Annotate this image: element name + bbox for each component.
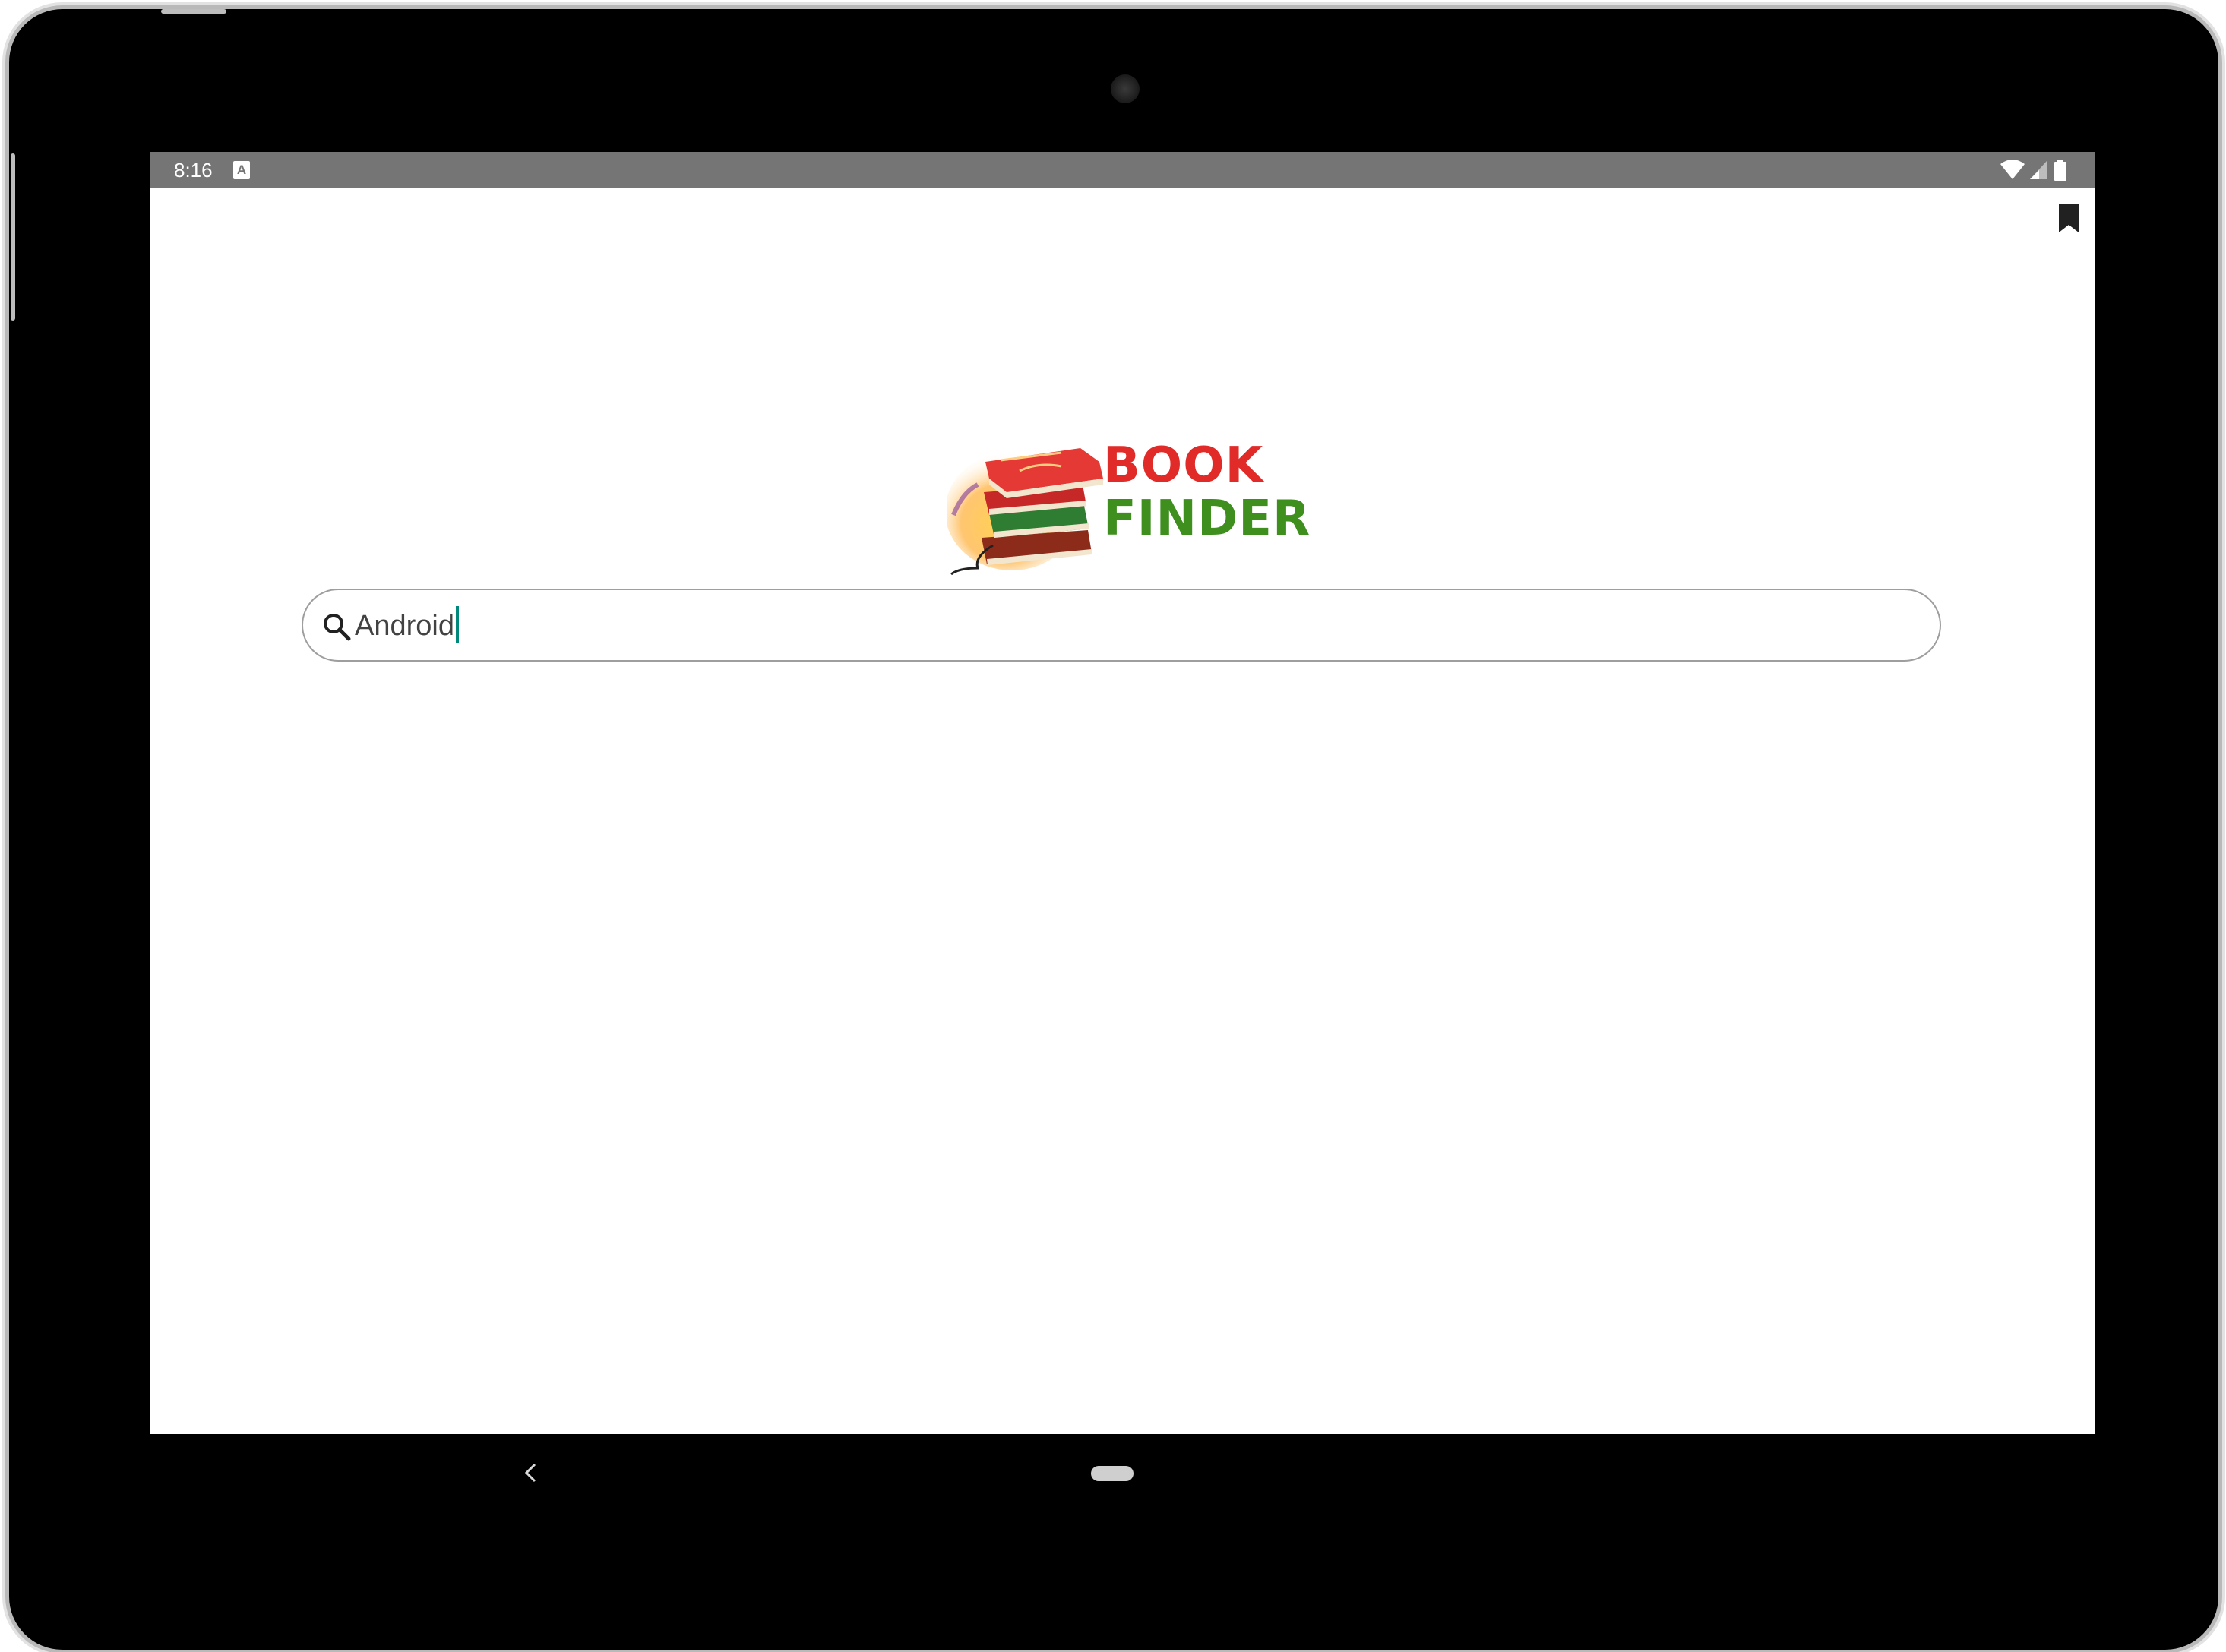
front-camera	[1111, 74, 1140, 103]
tablet-frame: 8:16 A BOOK FINDER Android	[9, 9, 2218, 1650]
back-chevron-icon[interactable]	[520, 1461, 541, 1484]
navigation-bar	[9, 1434, 2218, 1510]
search-icon	[324, 614, 351, 641]
logo-title-book: BOOK	[1103, 437, 1264, 494]
home-pill-icon[interactable]	[1091, 1466, 1134, 1481]
app-logo: BOOK FINDER	[947, 431, 1312, 576]
search-bar[interactable]: Android	[302, 589, 1941, 662]
status-time: 8:16	[174, 159, 213, 182]
search-input-value: Android	[355, 610, 454, 642]
power-button	[161, 9, 226, 14]
volume-button	[11, 153, 15, 321]
books-stack-icon	[947, 448, 1103, 576]
text-caret	[455, 606, 459, 643]
keyboard-notification-icon: A	[233, 161, 250, 179]
wifi-icon	[2000, 160, 2025, 179]
bookmark-icon[interactable]	[2057, 202, 2080, 234]
status-icons	[2000, 160, 2076, 181]
battery-icon	[2054, 160, 2066, 181]
search-input[interactable]: Android	[355, 606, 459, 646]
logo-title-finder: FINDER	[1103, 491, 1311, 547]
status-bar: 8:16 A	[150, 152, 2095, 188]
screen: 8:16 A BOOK FINDER Android	[150, 152, 2095, 1434]
cell-signal-icon	[2030, 161, 2047, 179]
